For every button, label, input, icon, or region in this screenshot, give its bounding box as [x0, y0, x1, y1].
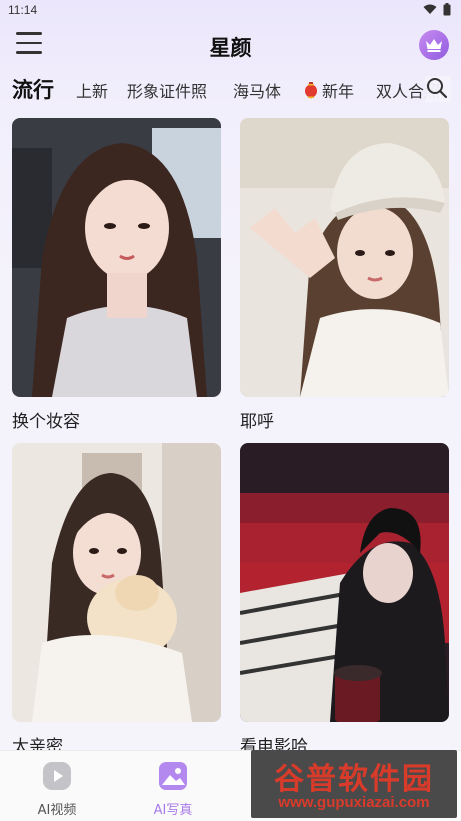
- tab-new-year-label: 新年: [322, 82, 355, 101]
- tab-trending[interactable]: 流行: [12, 74, 54, 104]
- template-caption: 换个妆容: [12, 412, 80, 432]
- template-card[interactable]: 耶呼: [240, 118, 449, 432]
- template-photo: [240, 443, 449, 722]
- template-photo: [12, 443, 221, 722]
- girl-in-cinema-image: [240, 443, 449, 722]
- selfie-in-car-image: [12, 118, 221, 397]
- app-title: 星颜: [209, 36, 252, 60]
- watermark-title: 谷普软件园: [274, 762, 434, 797]
- watermark-logo: 谷普软件园 www.gupuxiazai.com: [251, 750, 457, 818]
- girl-with-cap-image: [240, 118, 449, 397]
- tab-new-arrivals[interactable]: 上新: [76, 78, 108, 102]
- nav-ai-video-label: AI视频: [37, 803, 77, 818]
- status-icons: [423, 3, 451, 16]
- crown-icon: [426, 39, 442, 52]
- wifi-icon: [423, 4, 437, 14]
- nav-ai-portrait-label: AI写真: [153, 803, 193, 818]
- category-tabs: 流行 上新 形象证件照 海马体 新年 双人合照: [0, 72, 461, 106]
- search-button[interactable]: [425, 76, 451, 102]
- app-header: 星颜: [0, 24, 461, 68]
- status-bar: 11:14: [0, 0, 461, 20]
- template-card[interactable]: 太亲密: [12, 443, 221, 757]
- search-icon: [427, 78, 448, 99]
- image-icon: [159, 762, 187, 790]
- tab-id-photo[interactable]: 形象证件照: [127, 78, 207, 102]
- template-photo: [12, 118, 221, 397]
- template-caption: 耶呼: [240, 412, 274, 432]
- play-icon: [43, 762, 71, 790]
- girl-holding-cat-image: [12, 443, 221, 722]
- tab-haimati[interactable]: 海马体: [233, 78, 281, 102]
- template-card[interactable]: 换个妆容: [12, 118, 221, 432]
- template-card[interactable]: 看电影哈: [240, 443, 449, 757]
- nav-ai-portrait[interactable]: AI写真: [123, 761, 223, 818]
- status-time: 11:14: [8, 3, 38, 17]
- lantern-icon: [305, 82, 317, 99]
- watermark-url: www.gupuxiazai.com: [278, 794, 430, 811]
- tab-new-year[interactable]: 新年: [304, 78, 354, 102]
- nav-ai-video[interactable]: AI视频: [7, 761, 107, 818]
- vip-crown-button[interactable]: [419, 30, 449, 60]
- battery-icon: [443, 3, 451, 16]
- template-photo: [240, 118, 449, 397]
